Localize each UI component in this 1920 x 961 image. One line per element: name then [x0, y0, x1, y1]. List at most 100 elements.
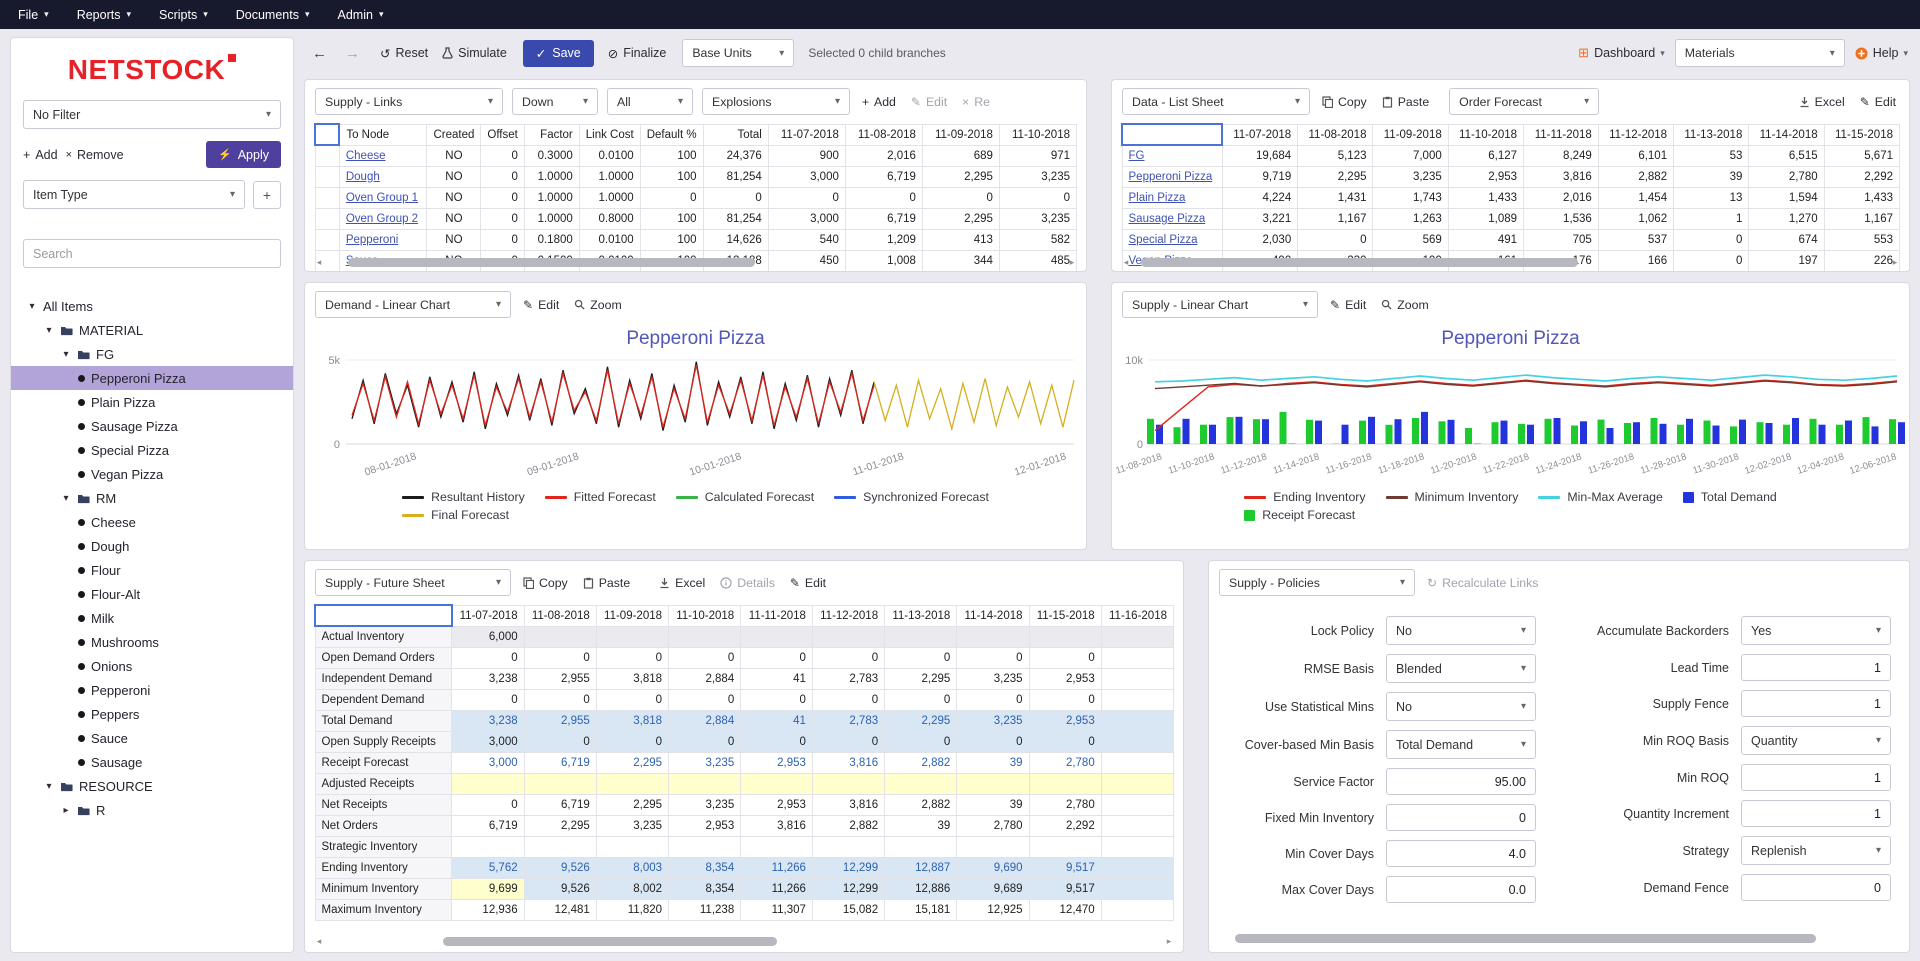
supply-chart-select[interactable]: Supply - Linear Chart▾	[1122, 291, 1318, 318]
tree-item-fg[interactable]: ▾FG	[11, 342, 293, 366]
future-hscrollbar[interactable]: ◂▸	[314, 935, 1174, 947]
min-roq-basis-select[interactable]: Quantity▾	[1741, 726, 1891, 755]
scroll-left-icon[interactable]: ◂	[314, 257, 324, 268]
item-type-select[interactable]: Item Type▾	[23, 180, 245, 209]
tree-item-sausage-pizza[interactable]: Sausage Pizza	[11, 414, 293, 438]
tree-item-vegan-pizza[interactable]: Vegan Pizza	[11, 462, 293, 486]
row-select-cell[interactable]	[315, 187, 339, 208]
help-button[interactable]: Help▾	[1855, 46, 1908, 60]
supply-fence-input[interactable]	[1741, 690, 1891, 717]
filter-select[interactable]: No Filter▾	[23, 100, 281, 129]
caret-down-icon[interactable]: ▾	[44, 781, 54, 792]
item-link-sausage-pizza[interactable]: Sausage Pizza	[1129, 213, 1206, 225]
menu-reports[interactable]: Reports▾	[63, 0, 145, 29]
add-criteria-button[interactable]: +	[253, 181, 281, 209]
min-roq-input[interactable]	[1741, 764, 1891, 791]
add-filter-button[interactable]: +Add	[23, 148, 58, 162]
tree-item-pepperoni-pizza[interactable]: Pepperoni Pizza	[11, 366, 293, 390]
select-all-cell[interactable]	[315, 124, 339, 145]
links-direction-select[interactable]: Down▾	[512, 88, 598, 115]
corner-cell[interactable]	[315, 605, 452, 626]
legend-item-ending-inventory[interactable]: Ending Inventory	[1244, 490, 1365, 504]
table-cell[interactable]	[669, 773, 741, 794]
menu-scripts[interactable]: Scripts▾	[145, 0, 222, 29]
node-link-dough[interactable]: Dough	[346, 171, 380, 183]
caret-right-icon[interactable]: ▸	[61, 805, 71, 816]
finalize-button[interactable]: ⊘Finalize	[608, 46, 667, 61]
menu-documents[interactable]: Documents▾	[222, 0, 324, 29]
scroll-right-icon[interactable]: ▸	[1890, 257, 1900, 268]
supply-zoom-button[interactable]: Zoom	[1378, 296, 1431, 314]
table-cell[interactable]	[596, 773, 668, 794]
order-forecast-select[interactable]: Order Forecast▾	[1449, 88, 1599, 115]
caret-down-icon[interactable]: ▾	[27, 301, 37, 312]
tree-item-sauce[interactable]: Sauce	[11, 726, 293, 750]
demand-chart-select[interactable]: Demand - Linear Chart▾	[315, 291, 511, 318]
table-cell[interactable]	[1101, 773, 1173, 794]
caret-down-icon[interactable]: ▾	[61, 349, 71, 360]
supply-edit-button[interactable]: ✎Edit	[1327, 296, 1369, 314]
list-view-select[interactable]: Data - List Sheet▾	[1122, 88, 1310, 115]
table-cell[interactable]	[957, 773, 1029, 794]
menu-file[interactable]: File▾	[4, 0, 63, 29]
tree-item-resource[interactable]: ▾RESOURCE	[11, 774, 293, 798]
future-view-select[interactable]: Supply - Future Sheet▾	[315, 569, 511, 596]
future-excel-button[interactable]: Excel	[656, 574, 708, 592]
future-details-button[interactable]: Details	[717, 574, 778, 592]
item-link-pepperoni-pizza[interactable]: Pepperoni Pizza	[1129, 171, 1213, 183]
min-cover-days-input[interactable]	[1386, 840, 1536, 867]
tree-item-material[interactable]: ▾MATERIAL	[11, 318, 293, 342]
demand-fence-input[interactable]	[1741, 874, 1891, 901]
save-button[interactable]: ✓Save	[523, 40, 594, 67]
legend-item-fitted-forecast[interactable]: Fitted Forecast	[545, 490, 656, 504]
fixed-min-inventory-input[interactable]	[1386, 804, 1536, 831]
tree-item-special-pizza[interactable]: Special Pizza	[11, 438, 293, 462]
list-hscrollbar[interactable]: ◂▸	[1121, 256, 1900, 268]
remove-filter-button[interactable]: ×Remove	[66, 148, 124, 162]
legend-item-minimum-inventory[interactable]: Minimum Inventory	[1386, 490, 1519, 504]
apply-button[interactable]: ⚡Apply	[206, 141, 281, 168]
legend-item-calculated-forecast[interactable]: Calculated Forecast	[676, 490, 814, 504]
links-view-select[interactable]: Supply - Links▾	[315, 88, 503, 115]
future-copy-button[interactable]: Copy	[520, 574, 571, 592]
tree-item-peppers[interactable]: Peppers	[11, 702, 293, 726]
materials-select[interactable]: Materials▾	[1675, 39, 1845, 67]
corner-cell[interactable]	[1122, 124, 1222, 145]
lock-policy-select[interactable]: No▾	[1386, 616, 1536, 645]
legend-item-final-forecast[interactable]: Final Forecast	[402, 508, 509, 522]
future-edit-button[interactable]: ✎Edit	[787, 574, 829, 592]
table-cell[interactable]	[741, 773, 813, 794]
table-cell[interactable]	[452, 773, 525, 794]
rmse-basis-select[interactable]: Blended▾	[1386, 654, 1536, 683]
node-link-pepperoni[interactable]: Pepperoni	[346, 234, 398, 246]
node-link-oven-group-1[interactable]: Oven Group 1	[346, 192, 418, 204]
tree-search-input[interactable]	[23, 239, 281, 268]
tree-item-cheese[interactable]: Cheese	[11, 510, 293, 534]
item-link-plain-pizza[interactable]: Plain Pizza	[1129, 192, 1186, 204]
scroll-right-icon[interactable]: ▸	[1067, 257, 1077, 268]
caret-down-icon[interactable]: ▾	[61, 493, 71, 504]
tree-item-plain-pizza[interactable]: Plain Pizza	[11, 390, 293, 414]
policies-hscrollbar[interactable]	[1221, 932, 1897, 944]
caret-down-icon[interactable]: ▾	[44, 325, 54, 336]
row-select-cell[interactable]	[315, 208, 339, 229]
tree-item-rm[interactable]: ▾RM	[11, 486, 293, 510]
list-copy-button[interactable]: Copy	[1319, 93, 1370, 111]
node-link-cheese[interactable]: Cheese	[346, 150, 386, 162]
recalculate-links-button[interactable]: ↻Recalculate Links	[1424, 574, 1541, 592]
legend-item-min-max-average[interactable]: Min-Max Average	[1538, 490, 1662, 504]
use-statistical-mins-select[interactable]: No▾	[1386, 692, 1536, 721]
legend-item-synchronized-forecast[interactable]: Synchronized Forecast	[834, 490, 989, 504]
forward-button[interactable]: →	[339, 43, 366, 64]
legend-item-total-demand[interactable]: Total Demand	[1683, 490, 1777, 504]
tree-item-mushrooms[interactable]: Mushrooms	[11, 630, 293, 654]
tree-item-flour[interactable]: Flour	[11, 558, 293, 582]
tree-item-r[interactable]: ▸R	[11, 798, 293, 822]
links-filter-select[interactable]: All▾	[607, 88, 693, 115]
row-select-cell[interactable]	[315, 166, 339, 187]
future-paste-button[interactable]: Paste	[580, 574, 633, 592]
item-link-special-pizza[interactable]: Special Pizza	[1129, 234, 1198, 246]
back-button[interactable]: ←	[306, 43, 333, 64]
links-add-button[interactable]: +Add	[859, 93, 899, 111]
tree-item-onions[interactable]: Onions	[11, 654, 293, 678]
